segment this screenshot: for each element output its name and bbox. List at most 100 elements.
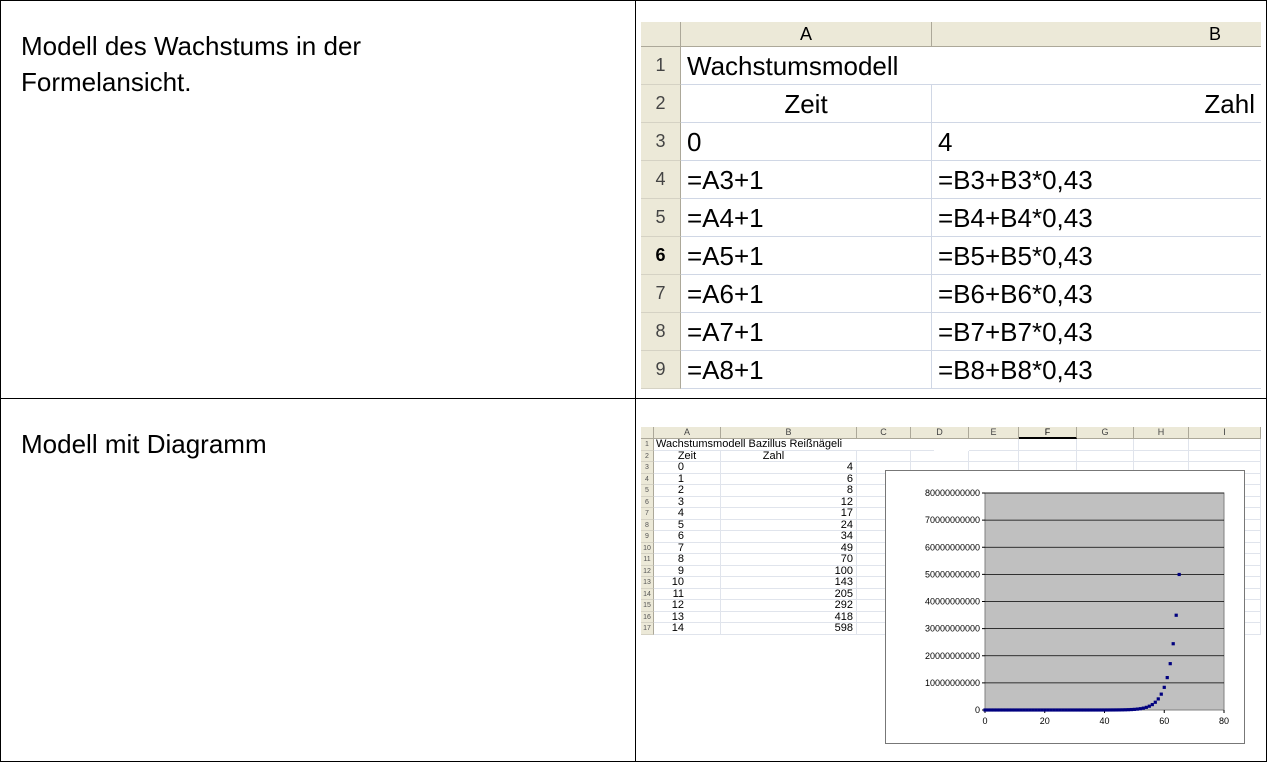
empty-cell[interactable]	[1189, 450, 1261, 462]
header-zahl[interactable]: Zahl	[721, 450, 857, 462]
cell-zahl[interactable]: 598	[721, 623, 857, 635]
empty-cell[interactable]	[857, 450, 911, 462]
select-all-corner[interactable]	[641, 22, 681, 47]
cell-a[interactable]: =A4+1	[681, 199, 932, 237]
cell-zeit[interactable]: 4	[654, 508, 721, 520]
cell-zahl[interactable]: 8	[721, 485, 857, 497]
cell-b[interactable]: =B8+B8*0,43	[932, 351, 1261, 389]
row-header[interactable]: 1	[641, 439, 654, 451]
row-header[interactable]: 4	[641, 161, 681, 199]
cell-zeit[interactable]: 6	[654, 531, 721, 543]
cell-zahl[interactable]: 34	[721, 531, 857, 543]
empty-cell[interactable]	[1134, 450, 1189, 462]
cell-zeit[interactable]: 9	[654, 565, 721, 577]
cell-zeit[interactable]: 14	[654, 623, 721, 635]
cell-a[interactable]: =A3+1	[681, 161, 932, 199]
column-header[interactable]: D	[911, 427, 969, 439]
empty-cell[interactable]	[1077, 450, 1134, 462]
cell-zeit[interactable]: 11	[654, 588, 721, 600]
cell-a[interactable]: Zeit	[681, 85, 932, 123]
row-header[interactable]: 17	[641, 623, 654, 635]
row-header[interactable]: 9	[641, 351, 681, 389]
column-header-b[interactable]: B	[932, 22, 1261, 47]
empty-cell[interactable]	[969, 439, 1019, 451]
cell-zeit[interactable]: 8	[654, 554, 721, 566]
column-header[interactable]: F	[1019, 427, 1077, 439]
row-header[interactable]: 16	[641, 611, 654, 623]
cell-b[interactable]: =B3+B3*0,43	[932, 161, 1261, 199]
cell-zahl[interactable]: 70	[721, 554, 857, 566]
column-header[interactable]: B	[721, 427, 857, 439]
row-header[interactable]: 2	[641, 450, 654, 462]
row-header[interactable]: 3	[641, 462, 654, 474]
column-header[interactable]: C	[857, 427, 911, 439]
row-header[interactable]: 13	[641, 577, 654, 589]
cell-zeit[interactable]: 10	[654, 577, 721, 589]
cell-b[interactable]: =B5+B5*0,43	[932, 237, 1261, 275]
row-header[interactable]: 8	[641, 313, 681, 351]
row-header[interactable]: 4	[641, 473, 654, 485]
cell-zahl[interactable]: 12	[721, 496, 857, 508]
row-header[interactable]: 6	[641, 496, 654, 508]
cell-b[interactable]: Zahl	[932, 85, 1261, 123]
select-all-corner[interactable]	[641, 427, 654, 439]
cell-a[interactable]: =A7+1	[681, 313, 932, 351]
cell-b[interactable]: 4	[932, 123, 1261, 161]
cell-zeit[interactable]: 7	[654, 542, 721, 554]
cell-b[interactable]: =B6+B6*0,43	[932, 275, 1261, 313]
row-header[interactable]: 7	[641, 275, 681, 313]
cell-zahl[interactable]: 49	[721, 542, 857, 554]
empty-cell[interactable]	[1134, 439, 1189, 451]
column-header[interactable]: G	[1077, 427, 1134, 439]
cell-zahl[interactable]: 4	[721, 462, 857, 474]
cell-zahl[interactable]: 24	[721, 519, 857, 531]
row-header[interactable]: 15	[641, 600, 654, 612]
cell-a[interactable]: =A8+1	[681, 351, 932, 389]
column-header[interactable]: H	[1134, 427, 1189, 439]
row-header[interactable]: 5	[641, 199, 681, 237]
row-header[interactable]: 6	[641, 237, 681, 275]
column-header-a[interactable]: A	[681, 22, 932, 47]
cell-zeit[interactable]: 12	[654, 600, 721, 612]
scatter-chart[interactable]: 0 10000000000 20000000000 30000000000 400000…	[885, 470, 1245, 744]
sheet-title[interactable]: Wachstumsmodell Bazillus Reißnägeli	[654, 439, 934, 451]
cell-b[interactable]	[932, 47, 1261, 85]
cell-b[interactable]: =B4+B4*0,43	[932, 199, 1261, 237]
empty-cell[interactable]	[1077, 439, 1134, 451]
row-header[interactable]: 11	[641, 554, 654, 566]
cell-zahl[interactable]: 6	[721, 473, 857, 485]
column-header[interactable]: I	[1189, 427, 1261, 439]
column-header[interactable]: A	[654, 427, 721, 439]
row-header[interactable]: 12	[641, 565, 654, 577]
row-header[interactable]: 7	[641, 508, 654, 520]
empty-cell[interactable]	[1019, 439, 1077, 451]
cell-zeit[interactable]: 13	[654, 611, 721, 623]
row-header[interactable]: 8	[641, 519, 654, 531]
row-header[interactable]: 1	[641, 47, 681, 85]
cell-zahl[interactable]: 17	[721, 508, 857, 520]
cell-b[interactable]: =B7+B7*0,43	[932, 313, 1261, 351]
empty-cell[interactable]	[1189, 439, 1261, 451]
cell-a[interactable]: Wachstumsmodell	[681, 47, 932, 85]
header-zeit[interactable]: Zeit	[654, 450, 721, 462]
cell-a[interactable]: 0	[681, 123, 932, 161]
cell-zahl[interactable]: 292	[721, 600, 857, 612]
cell-zeit[interactable]: 3	[654, 496, 721, 508]
empty-cell[interactable]	[911, 450, 969, 462]
row-header[interactable]: 2	[641, 85, 681, 123]
cell-zahl[interactable]: 143	[721, 577, 857, 589]
empty-cell[interactable]	[969, 450, 1019, 462]
row-header[interactable]: 14	[641, 588, 654, 600]
cell-zeit[interactable]: 0	[654, 462, 721, 474]
cell-a[interactable]: =A6+1	[681, 275, 932, 313]
column-header[interactable]: E	[969, 427, 1019, 439]
cell-a[interactable]: =A5+1	[681, 237, 932, 275]
row-header[interactable]: 5	[641, 485, 654, 497]
cell-zeit[interactable]: 5	[654, 519, 721, 531]
row-header[interactable]: 3	[641, 123, 681, 161]
cell-zeit[interactable]: 2	[654, 485, 721, 497]
row-header[interactable]: 10	[641, 542, 654, 554]
row-header[interactable]: 9	[641, 531, 654, 543]
empty-cell[interactable]	[1019, 450, 1077, 462]
cell-zeit[interactable]: 1	[654, 473, 721, 485]
